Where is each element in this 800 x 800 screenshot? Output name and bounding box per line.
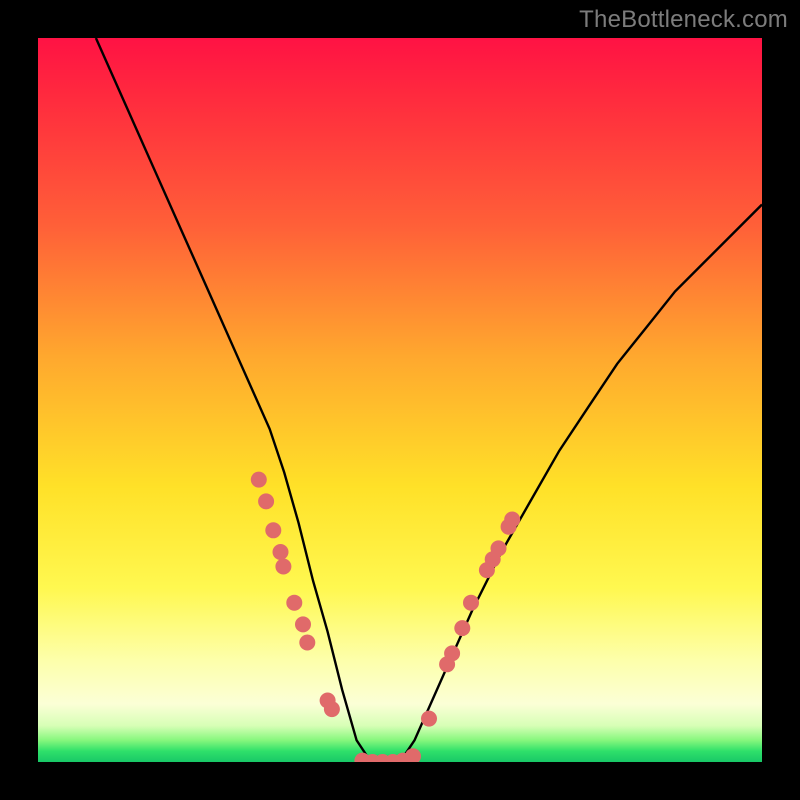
bottleneck-curve bbox=[96, 38, 762, 762]
data-marker bbox=[251, 472, 267, 488]
data-marker bbox=[295, 616, 311, 632]
plot-area bbox=[38, 38, 762, 762]
chart-svg bbox=[38, 38, 762, 762]
chart-frame: TheBottleneck.com bbox=[0, 0, 800, 800]
data-marker bbox=[275, 559, 291, 575]
data-marker bbox=[273, 544, 289, 560]
data-marker bbox=[286, 595, 302, 611]
data-marker bbox=[454, 620, 470, 636]
data-marker bbox=[463, 595, 479, 611]
data-marker bbox=[504, 512, 520, 528]
data-marker bbox=[421, 711, 437, 727]
data-marker bbox=[444, 645, 460, 661]
data-marker bbox=[324, 701, 340, 717]
marker-group bbox=[251, 472, 520, 762]
data-marker bbox=[258, 493, 274, 509]
watermark-text: TheBottleneck.com bbox=[579, 6, 788, 34]
data-marker bbox=[491, 540, 507, 556]
data-marker bbox=[265, 522, 281, 538]
data-marker bbox=[299, 635, 315, 651]
